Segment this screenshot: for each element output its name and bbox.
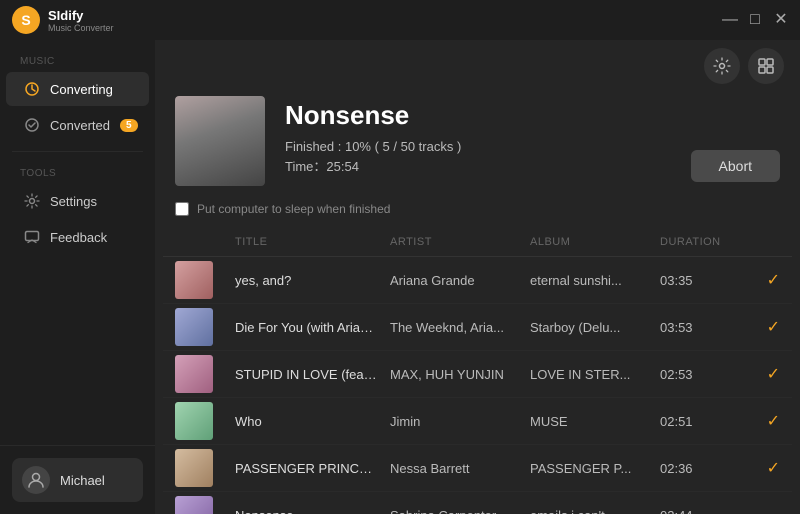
album-art (175, 96, 265, 186)
music-section-label: Music (0, 48, 155, 71)
table-row: Die For You (with Ariana Grande) - Re...… (163, 304, 792, 351)
user-profile[interactable]: Michael (12, 458, 143, 502)
track-album: Starboy (Delu... (530, 320, 660, 335)
track-duration: 02:51 (660, 414, 740, 429)
sidebar-divider-1 (12, 151, 143, 152)
track-status: ✓ (740, 458, 780, 478)
th-empty (175, 232, 235, 252)
maximize-button[interactable]: □ (748, 13, 762, 27)
app-subtitle: Music Converter (48, 23, 114, 33)
feedback-label: Feedback (50, 230, 107, 245)
minimize-button[interactable]: — (722, 13, 736, 27)
track-artist: The Weeknd, Aria... (390, 320, 530, 335)
library-icon-button[interactable] (748, 48, 784, 84)
table-row: PASSENGER PRINCESS Nessa Barrett PASSENG… (163, 445, 792, 492)
table-row: yes, and? Ariana Grande eternal sunshi..… (163, 257, 792, 304)
album-art-image (175, 96, 265, 186)
track-artist: Sabrina Carpenter (390, 508, 530, 514)
track-thumbnail (175, 496, 213, 514)
converting-time: Time：25:54 (285, 156, 671, 175)
track-thumbnail (175, 449, 213, 487)
tools-section-label: Tools (0, 160, 155, 183)
converted-label: Converted (50, 118, 110, 133)
track-duration: 02:36 (660, 461, 740, 476)
converting-icon (24, 81, 40, 97)
track-artist: Jimin (390, 414, 530, 429)
track-title: Nonsense (235, 508, 304, 514)
sidebar-item-feedback[interactable]: Feedback (6, 220, 149, 254)
app-title-group: SIdify Music Converter (48, 8, 114, 33)
track-duration: 02:53 (660, 367, 740, 382)
track-artist: Ariana Grande (390, 273, 530, 288)
window-controls: — □ ✕ (722, 13, 788, 27)
track-album: emails i can't ... (530, 508, 660, 514)
track-thumbnail (175, 261, 213, 299)
settings-label: Settings (50, 194, 97, 209)
track-duration: 03:53 (660, 320, 740, 335)
sidebar-item-converting[interactable]: Converting (6, 72, 149, 106)
settings-icon (24, 193, 40, 209)
converted-icon (24, 117, 40, 133)
app-logo: S SIdify Music Converter (12, 6, 114, 34)
track-thumbnail (175, 308, 213, 346)
track-artist: Nessa Barrett (390, 461, 530, 476)
sleep-row: Put computer to sleep when finished (155, 202, 800, 228)
th-artist: ARTIST (390, 232, 530, 252)
abort-button[interactable]: Abort (691, 150, 780, 182)
sleep-checkbox[interactable] (175, 202, 189, 216)
track-duration: 02:44 (660, 508, 740, 514)
track-table: TITLE ARTIST ALBUM DURATION yes, and? Ar… (155, 228, 800, 514)
table-row: STUPID IN LOVE (feat. HUH YUNJIN o... MA… (163, 351, 792, 398)
track-title: Who (235, 414, 272, 429)
sidebar-item-converted[interactable]: Converted 5 (6, 108, 149, 142)
sleep-label: Put computer to sleep when finished (197, 202, 390, 216)
track-album: PASSENGER P... (530, 461, 660, 476)
app-name: SIdify (48, 8, 114, 23)
track-album: MUSE (530, 414, 660, 429)
close-button[interactable]: ✕ (774, 13, 788, 27)
sidebar: Music Converting Converted 5 Tools (0, 40, 155, 514)
title-bar: S SIdify Music Converter — □ ✕ (0, 0, 800, 40)
user-name: Michael (60, 473, 105, 488)
converting-progress: Finished : 10% ( 5 / 50 tracks ) (285, 139, 671, 154)
main-layout: Music Converting Converted 5 Tools (0, 40, 800, 514)
table-header: TITLE ARTIST ALBUM DURATION (163, 228, 792, 257)
top-action-bar (155, 40, 800, 84)
user-avatar (22, 466, 50, 494)
track-thumbnail (175, 355, 213, 393)
track-album: eternal sunshi... (530, 273, 660, 288)
th-album: ALBUM (530, 232, 660, 252)
track-status: ✓ (740, 317, 780, 337)
converting-card: Nonsense Finished : 10% ( 5 / 50 tracks … (155, 84, 800, 202)
track-title: yes, and? (235, 273, 301, 288)
track-title: STUPID IN LOVE (feat. HUH YUNJIN o... (235, 367, 390, 382)
converted-badge: 5 (120, 119, 138, 132)
content-area: Nonsense Finished : 10% ( 5 / 50 tracks … (155, 40, 800, 514)
logo-icon: S (12, 6, 40, 34)
track-thumbnail (175, 402, 213, 440)
track-status: ✓ (740, 411, 780, 431)
sidebar-item-settings[interactable]: Settings (6, 184, 149, 218)
feedback-icon (24, 229, 40, 245)
converting-info: Nonsense Finished : 10% ( 5 / 50 tracks … (285, 96, 671, 175)
track-duration: 03:35 (660, 273, 740, 288)
th-title: TITLE (235, 232, 390, 252)
track-title: Die For You (with Ariana Grande) - Re... (235, 320, 390, 335)
th-duration: DURATION (660, 232, 740, 252)
table-row: Who Jimin MUSE 02:51 ✓ (163, 398, 792, 445)
th-status (740, 232, 780, 252)
track-album: LOVE IN STER... (530, 367, 660, 382)
track-status: ✓ (740, 270, 780, 290)
settings-icon-button[interactable] (704, 48, 740, 84)
converting-title: Nonsense (285, 100, 671, 131)
track-artist: MAX, HUH YUNJIN (390, 367, 530, 382)
converting-label: Converting (50, 82, 113, 97)
table-row: Nonsense Sabrina Carpenter emails i can'… (163, 492, 792, 514)
track-title: PASSENGER PRINCESS (235, 461, 390, 476)
sidebar-footer: Michael (0, 445, 155, 514)
track-status: ✓ (740, 364, 780, 384)
